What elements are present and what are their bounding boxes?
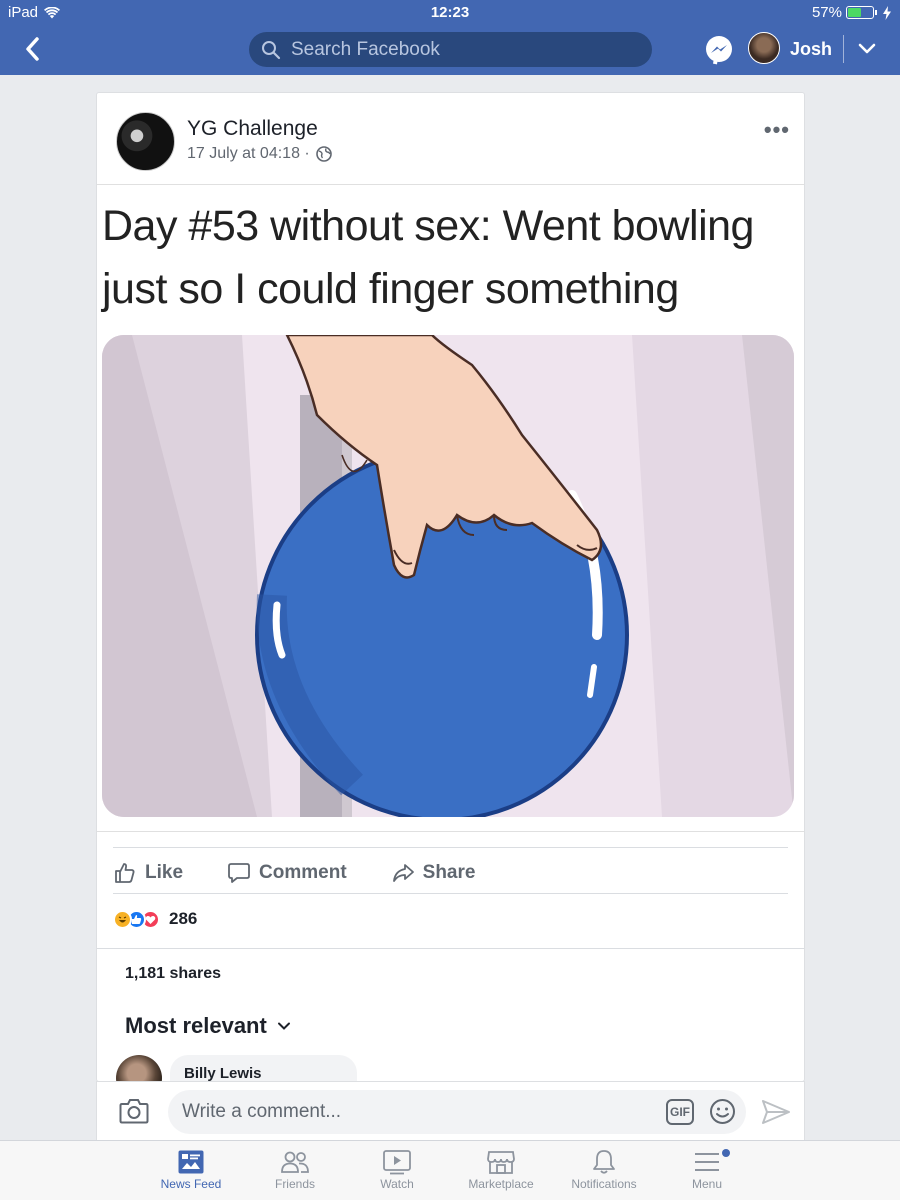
comment-sort-label: Most relevant	[125, 1013, 267, 1038]
battery-icon	[846, 6, 877, 19]
comment-input[interactable]	[168, 1090, 746, 1134]
comment-bubble-icon	[228, 863, 250, 883]
post-meta: 17 July at 04:18 ·	[187, 145, 332, 163]
reaction-count: 286	[169, 909, 198, 928]
tab-label: Menu	[691, 1177, 723, 1191]
tab-news-feed[interactable]: News Feed	[141, 1149, 241, 1191]
search-icon	[262, 40, 281, 59]
share-arrow-icon	[392, 864, 414, 882]
post-image[interactable]: Day #53 without sex: Went bowling just s…	[97, 184, 804, 832]
divider	[843, 35, 844, 63]
comment-sort-dropdown[interactable]: Most relevant	[125, 1013, 291, 1039]
battery-percent: 57%	[811, 4, 842, 21]
search-bar[interactable]	[249, 32, 652, 67]
meme-caption: Day #53 without sex: Went bowling just s…	[102, 195, 802, 321]
bowling-ball-illustration	[102, 335, 794, 817]
status-bar: iPad 12:23 57%	[0, 0, 900, 24]
post-author[interactable]: YG Challenge	[187, 117, 318, 141]
like-button[interactable]: Like	[113, 855, 183, 891]
commenter-name[interactable]: Billy Lewis	[184, 1065, 262, 1081]
divider	[97, 948, 804, 949]
tab-friends[interactable]: Friends	[245, 1149, 345, 1191]
tab-marketplace[interactable]: Marketplace	[451, 1149, 551, 1191]
post-card: YG Challenge 17 July at 04:18 · ••• Day …	[96, 92, 805, 1082]
meme-caption-line: Day #53 without sex: Went bowling	[102, 202, 754, 250]
bell-icon	[593, 1150, 615, 1174]
tab-watch[interactable]: Watch	[347, 1149, 447, 1191]
tab-menu[interactable]: Menu	[657, 1149, 757, 1191]
profile-name[interactable]: Josh	[790, 39, 832, 60]
clock: 12:23	[430, 4, 470, 21]
emoji-icon[interactable]	[709, 1098, 736, 1125]
chevron-down-icon[interactable]	[856, 38, 878, 60]
hamburger-menu-icon	[695, 1153, 719, 1171]
comment-bubble: Billy Lewis	[170, 1055, 357, 1081]
commenter-avatar[interactable]	[116, 1055, 162, 1081]
search-input[interactable]	[291, 38, 631, 61]
tab-label: Notifications	[571, 1177, 637, 1191]
chevron-down-icon	[277, 1022, 290, 1030]
camera-icon[interactable]	[119, 1097, 149, 1125]
more-options-button[interactable]: •••	[764, 117, 790, 143]
tab-label: Watch	[380, 1177, 414, 1191]
comment-composer: GIF	[96, 1081, 805, 1140]
charging-icon	[883, 5, 891, 20]
meme-caption-line: just so I could finger something	[102, 265, 679, 313]
thumbs-up-icon	[115, 863, 135, 883]
like-label: Like	[145, 862, 184, 883]
shares-count[interactable]: 1,181 shares	[125, 965, 221, 983]
tab-label: News Feed	[160, 1177, 222, 1191]
news-feed-icon	[178, 1150, 204, 1174]
profile-avatar[interactable]	[748, 32, 780, 64]
notification-dot	[722, 1149, 730, 1157]
post-actions: Like Comment Share	[113, 855, 519, 891]
divider	[113, 847, 788, 848]
bottom-tab-bar: News Feed Friends Watch Marketplace Noti…	[0, 1140, 900, 1200]
globe-icon	[315, 146, 332, 162]
reaction-summary[interactable]: 286	[113, 909, 197, 929]
tab-label: Friends	[274, 1177, 315, 1191]
top-navigation-bar: iPad 12:23 57% Josh	[0, 0, 900, 75]
send-icon[interactable]	[761, 1097, 791, 1127]
gif-button[interactable]: GIF	[666, 1099, 694, 1125]
haha-reaction-icon	[113, 909, 132, 929]
messenger-icon[interactable]	[704, 35, 734, 65]
watch-icon	[383, 1150, 411, 1175]
share-button[interactable]: Share	[391, 855, 476, 891]
page-avatar[interactable]	[116, 112, 175, 171]
share-label: Share	[422, 862, 476, 883]
post-timestamp[interactable]: 17 July at 04:18 ·	[187, 145, 310, 163]
comment-label: Comment	[259, 862, 347, 883]
comment-button[interactable]: Comment	[227, 855, 347, 891]
friends-icon	[281, 1151, 309, 1173]
tab-notifications[interactable]: Notifications	[554, 1149, 654, 1191]
marketplace-icon	[487, 1151, 515, 1174]
back-chevron-icon[interactable]	[20, 35, 46, 63]
tab-label: Marketplace	[468, 1177, 534, 1191]
divider	[113, 893, 788, 894]
